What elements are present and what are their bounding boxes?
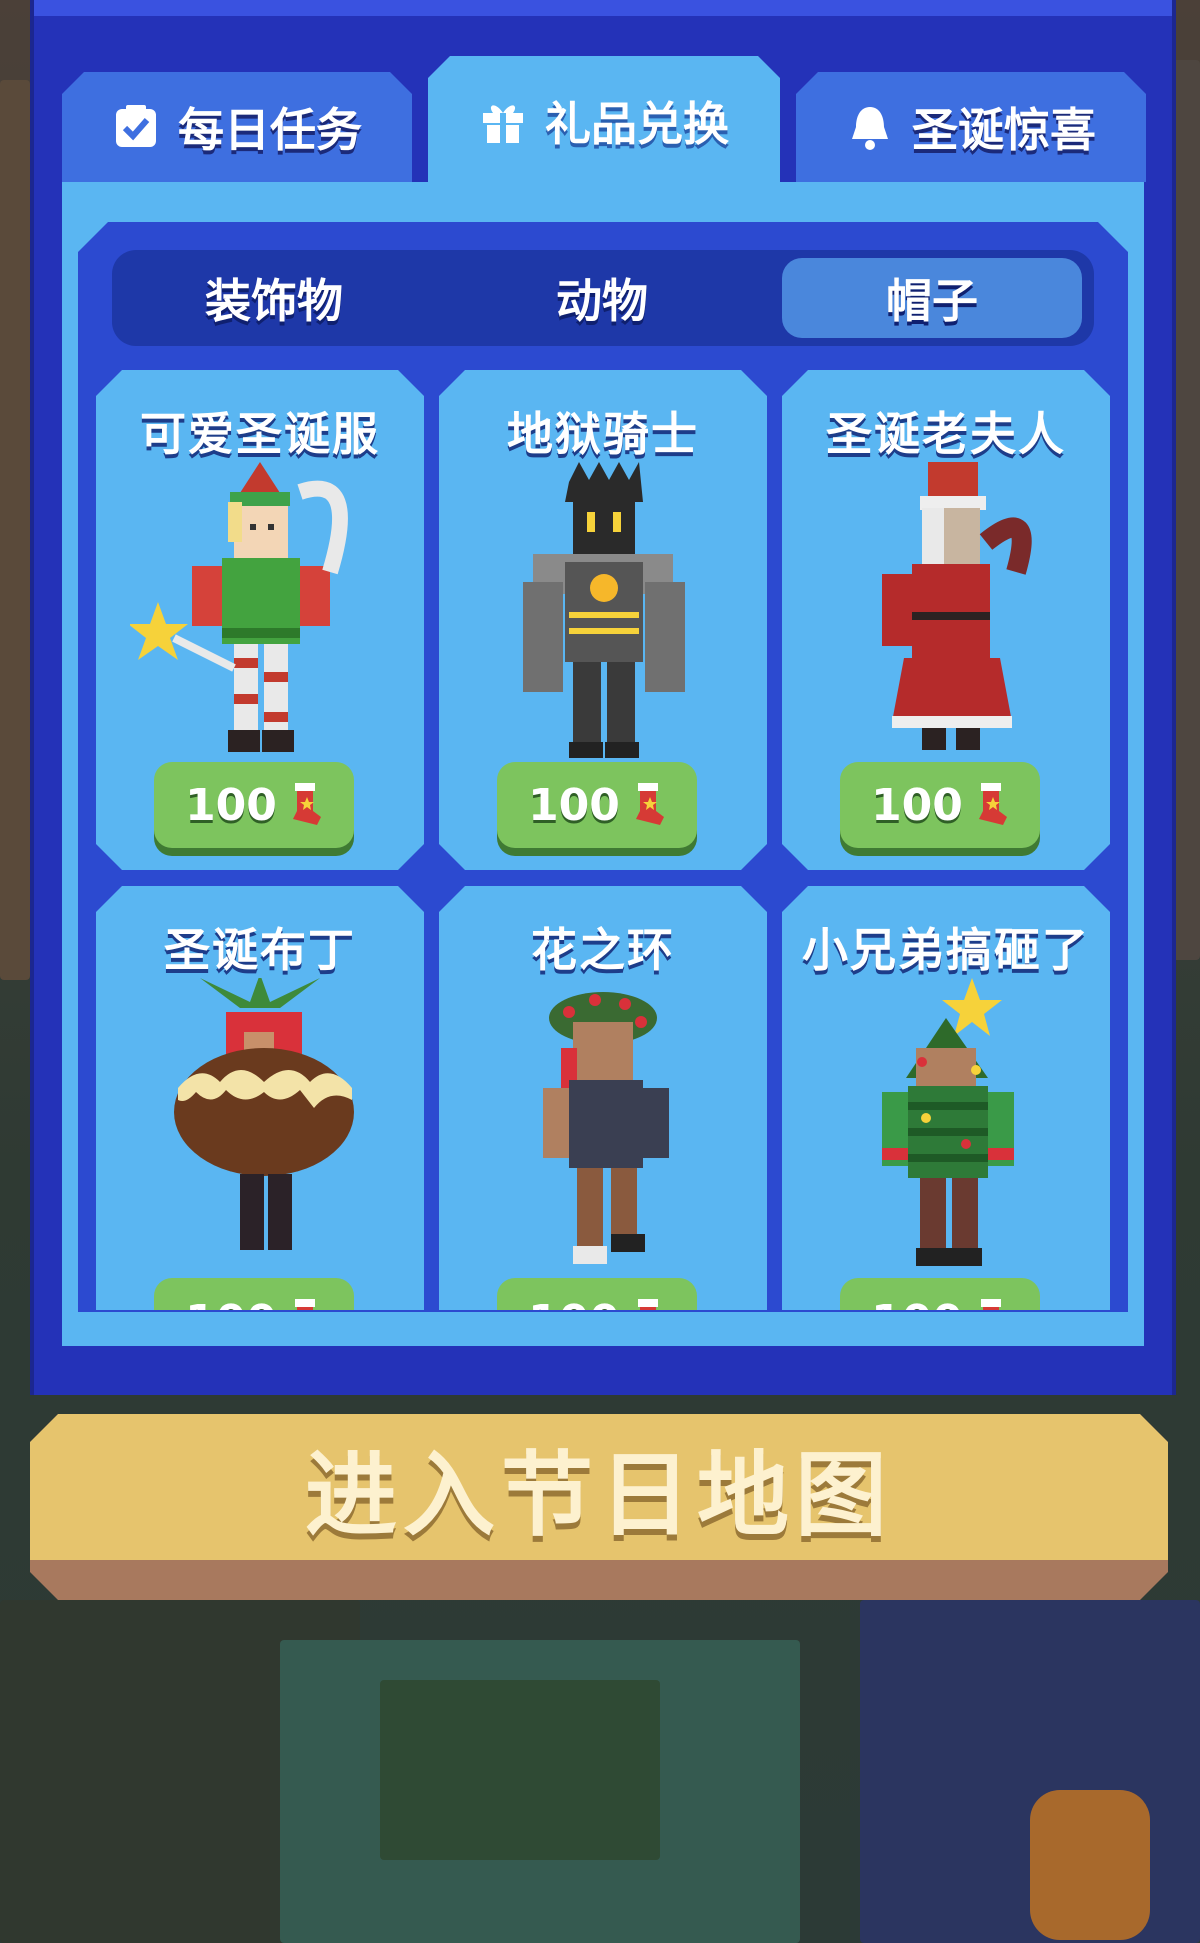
shop-frame: 装饰物 动物 帽子 可爱圣诞服 100 地狱骑士 100 圣诞老夫人 100 圣… xyxy=(78,222,1128,1312)
price-button[interactable]: 100 xyxy=(154,1278,354,1310)
item-name: 圣诞老夫人 xyxy=(826,407,1066,461)
category-tab-decorations[interactable]: 装饰物 xyxy=(124,258,424,338)
tab-gift-exchange[interactable]: 礼品兑换 xyxy=(428,56,780,186)
tab-daily-tasks-label: 每日任务 xyxy=(178,103,362,157)
mrs-claus-image xyxy=(816,462,1076,762)
item-card[interactable]: 地狱骑士 100 xyxy=(439,370,767,870)
price-button[interactable]: 100 xyxy=(497,762,697,848)
enter-festival-map-label: 进入节日地图 xyxy=(30,1414,1168,1560)
price-button[interactable]: 100 xyxy=(497,1278,697,1310)
stocking-icon xyxy=(973,1299,1009,1310)
price-value: 100 xyxy=(528,779,620,831)
item-card[interactable]: 圣诞老夫人 100 xyxy=(782,370,1110,870)
gift-exchange-content: 装饰物 动物 帽子 可爱圣诞服 100 地狱骑士 100 圣诞老夫人 100 圣… xyxy=(62,182,1144,1346)
stocking-icon xyxy=(287,783,323,827)
item-card[interactable]: 花之环 xyxy=(439,886,767,1310)
category-tabs: 装饰物 动物 帽子 xyxy=(112,250,1094,346)
stocking-icon xyxy=(630,783,666,827)
price-value: 100 xyxy=(871,779,963,831)
gift-panel: 每日任务 礼品兑换 圣诞惊喜 装饰物 动物 帽子 可爱圣诞服 100 地狱骑士 … xyxy=(30,0,1176,1395)
tab-christmas-surprise-label: 圣诞惊喜 xyxy=(912,103,1096,157)
bell-icon xyxy=(846,103,894,151)
christmas-pudding-image xyxy=(130,978,390,1278)
tab-gift-exchange-label: 礼品兑换 xyxy=(545,97,729,151)
item-name: 小兄弟搞砸了 xyxy=(802,923,1090,977)
stocking-icon xyxy=(287,1299,323,1310)
item-name: 地狱骑士 xyxy=(507,407,699,461)
item-grid: 可爱圣诞服 100 地狱骑士 100 圣诞老夫人 100 圣诞布丁 花之环 小兄… xyxy=(96,370,1110,1310)
price-value: 100 xyxy=(528,1296,620,1311)
item-name: 花之环 xyxy=(531,923,675,977)
tree-costume-image xyxy=(816,978,1076,1278)
tab-christmas-surprise[interactable]: 圣诞惊喜 xyxy=(796,72,1146,182)
checkbox-icon xyxy=(112,103,160,151)
item-name: 圣诞布丁 xyxy=(164,923,356,977)
flower-wreath-image xyxy=(473,978,733,1278)
price-button[interactable]: 100 xyxy=(840,762,1040,848)
price-value: 100 xyxy=(871,1296,963,1311)
stocking-icon xyxy=(973,783,1009,827)
item-card[interactable]: 可爱圣诞服 100 xyxy=(96,370,424,870)
hell-knight-image xyxy=(473,462,733,762)
enter-festival-map-button[interactable]: 进入节日地图 xyxy=(30,1414,1168,1600)
price-button[interactable]: 100 xyxy=(840,1278,1040,1310)
elf-costume-image xyxy=(130,462,390,762)
tab-daily-tasks[interactable]: 每日任务 xyxy=(62,72,412,182)
stocking-icon xyxy=(630,1299,666,1310)
panel-top-bar xyxy=(34,0,1172,16)
item-card[interactable]: 小兄弟搞砸了 xyxy=(782,886,1110,1310)
price-value: 100 xyxy=(185,1296,277,1311)
price-button[interactable]: 100 xyxy=(154,762,354,848)
item-card[interactable]: 圣诞布丁 100 xyxy=(96,886,424,1310)
price-value: 100 xyxy=(185,779,277,831)
gift-icon xyxy=(479,97,527,145)
category-tab-animals[interactable]: 动物 xyxy=(452,258,752,338)
category-tab-hats[interactable]: 帽子 xyxy=(782,258,1082,338)
item-name: 可爱圣诞服 xyxy=(140,407,380,461)
